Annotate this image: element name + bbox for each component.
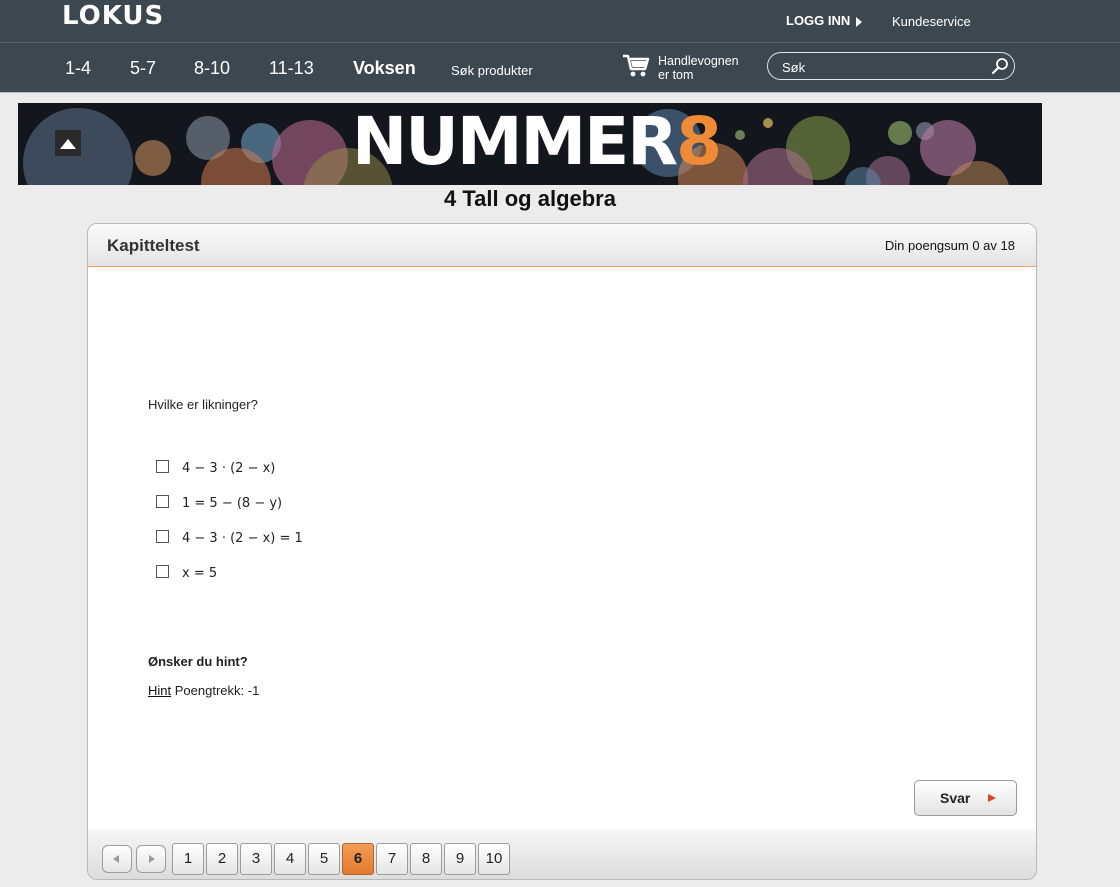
lokus-logo[interactable]: LOKUS [62, 1, 164, 31]
hint-link[interactable]: Hint [148, 683, 171, 698]
previous-question-button[interactable] [102, 845, 132, 873]
option-label: x = 5 [182, 566, 218, 581]
page-button-9[interactable]: 9 [444, 843, 476, 875]
answer-option-3[interactable]: 4 − 3 · (2 − x) = 1 [156, 530, 303, 546]
play-arrow-icon [988, 794, 996, 802]
answer-button[interactable]: Svar [914, 780, 1017, 816]
login-label: LOGG INN [786, 13, 851, 28]
answer-option-1[interactable]: 4 − 3 · (2 − x) [156, 460, 275, 476]
next-question-button[interactable] [136, 845, 166, 873]
score-display: Din poengsum 0 av 18 [885, 238, 1015, 253]
option-label: 1 = 5 − (8 − y) [182, 496, 283, 511]
search-input[interactable] [780, 57, 984, 77]
login-link[interactable]: LOGG INN [786, 13, 863, 28]
answer-option-4[interactable]: x = 5 [156, 565, 217, 581]
score-value: 0 av 18 [972, 238, 1015, 253]
hint-row: Hint Poengtrekk: -1 [148, 683, 259, 698]
page-button-3[interactable]: 3 [240, 843, 272, 875]
caret-right-icon [856, 16, 863, 27]
cart-icon[interactable] [622, 53, 650, 83]
banner-title-accent: 8 [676, 103, 722, 180]
option-label: 4 − 3 · (2 − x) [182, 461, 276, 476]
triangle-up-icon [60, 139, 76, 149]
main-nav: 1-4 5-7 8-10 11-13 Voksen Søk produkter … [0, 43, 1120, 93]
page-button-10[interactable]: 10 [478, 843, 510, 875]
hint-penalty: Poengtrekk: -1 [174, 683, 260, 698]
checkbox[interactable] [156, 495, 169, 508]
page-button-7[interactable]: 7 [376, 843, 408, 875]
page-button-1[interactable]: 1 [172, 843, 204, 875]
question-text: Hvilke er likninger? [148, 397, 258, 412]
chapter-test-panel: Kapitteltest Din poengsum 0 av 18 Hvilke… [87, 223, 1037, 880]
cart-status[interactable]: Handlevognen er tom [658, 54, 758, 82]
customer-service-link[interactable]: Kundeservice [892, 14, 971, 29]
cart-line-2: er tom [658, 68, 694, 82]
nav-item-11-13[interactable]: 11-13 [269, 58, 314, 79]
panel-title: Kapitteltest [107, 236, 200, 255]
nummer8-banner: NUMMER8 [18, 103, 1042, 185]
nav-item-1-4[interactable]: 1-4 [65, 58, 91, 79]
answer-option-2[interactable]: 1 = 5 − (8 − y) [156, 495, 282, 511]
checkbox[interactable] [156, 460, 169, 473]
banner-title: NUMMER8 [352, 103, 722, 180]
question-pager: 1 2 3 4 5 6 7 8 9 10 [88, 829, 1036, 879]
answer-button-label: Svar [940, 790, 971, 806]
page-button-2[interactable]: 2 [206, 843, 238, 875]
nav-item-8-10[interactable]: 8-10 [194, 58, 230, 79]
option-label: 4 − 3 · (2 − x) = 1 [182, 531, 303, 546]
nav-item-voksen[interactable]: Voksen [353, 58, 416, 79]
cart-line-1: Handlevognen [658, 54, 739, 68]
checkbox[interactable] [156, 565, 169, 578]
banner-title-main: NUMMER [352, 103, 678, 180]
nav-item-5-7[interactable]: 5-7 [130, 58, 156, 79]
arrow-left-icon [113, 855, 119, 863]
chapter-title: 4 Tall og algebra [444, 186, 616, 211]
page-button-4[interactable]: 4 [274, 843, 306, 875]
score-label: Din poengsum [884, 238, 969, 253]
search-icon[interactable] [990, 56, 1010, 80]
page-button-6[interactable]: 6 [342, 843, 374, 875]
top-bar: LOKUS LOGG INN Kundeservice [0, 0, 1120, 43]
checkbox[interactable] [156, 530, 169, 543]
scroll-up-button[interactable] [55, 130, 81, 156]
search-products-link[interactable]: Søk produkter [451, 63, 533, 78]
page-button-8[interactable]: 8 [410, 843, 442, 875]
panel-header: Kapitteltest Din poengsum 0 av 18 [88, 224, 1036, 267]
search-box [767, 52, 1015, 80]
hint-heading: Ønsker du hint? [148, 654, 248, 669]
page-button-5[interactable]: 5 [308, 843, 340, 875]
arrow-right-icon [149, 855, 155, 863]
